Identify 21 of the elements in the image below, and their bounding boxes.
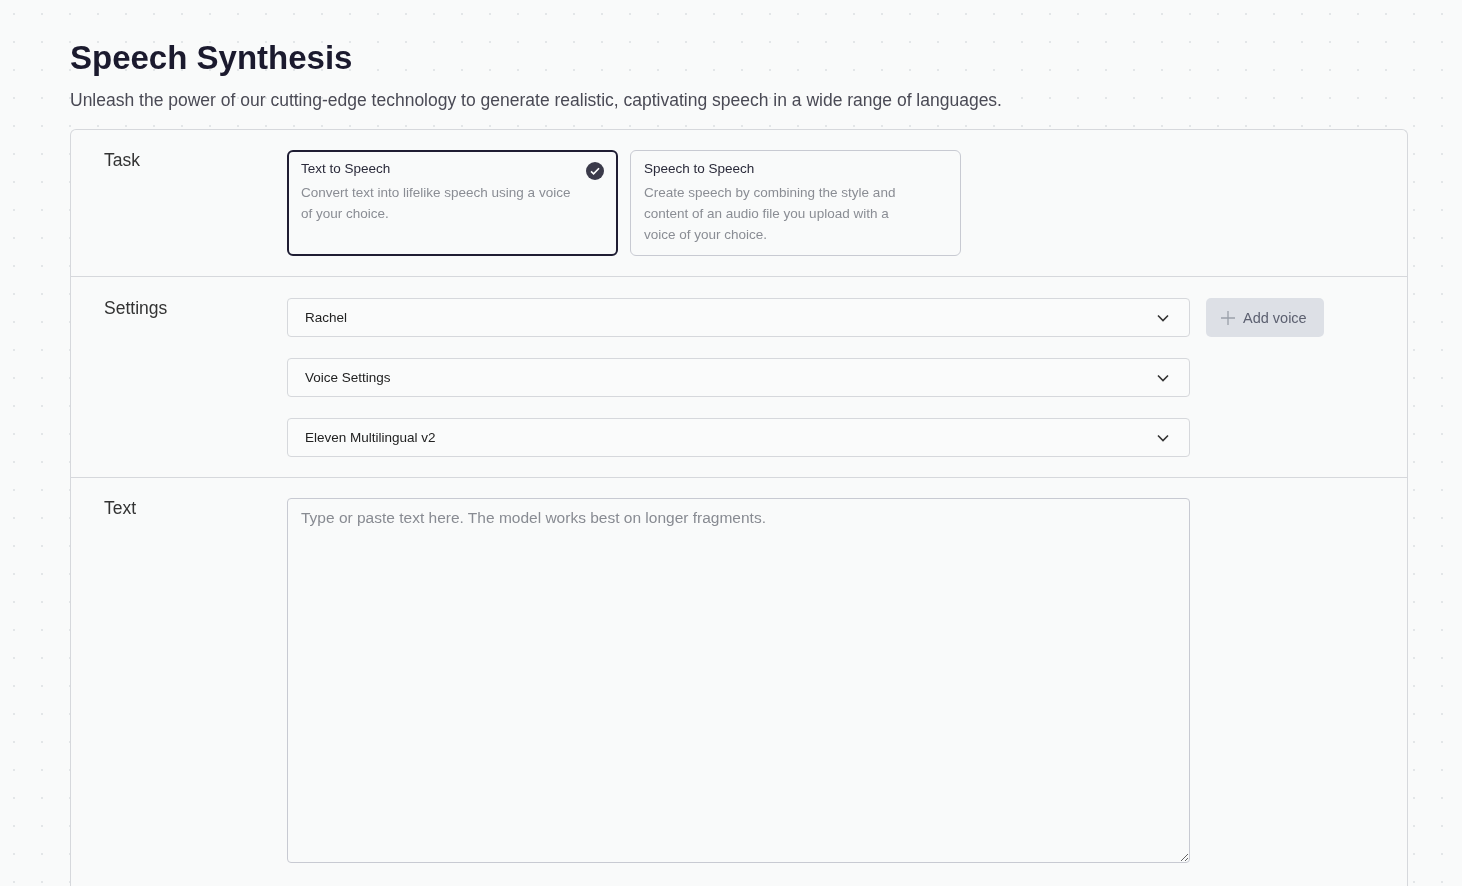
dropdown[interactable]: Eleven Multilingual v2 — [287, 418, 1190, 457]
section-label: Text — [103, 498, 138, 520]
add-voice-button[interactable]: Add voice — [1206, 298, 1324, 337]
dropdown[interactable]: Rachel — [287, 298, 1190, 337]
check-icon — [586, 162, 604, 180]
option-title: Speech to Speech — [644, 161, 756, 176]
task-option[interactable]: Speech to Speech Create speech by combining the style and content of an audio file you upload with a voice of your choice. — [630, 150, 961, 256]
plus-icon — [1221, 310, 1235, 325]
section-label: Settings — [103, 298, 169, 320]
chevron-down-icon — [1157, 373, 1169, 382]
task-option[interactable]: Text to Speech Convert text into lifelike speech using a voice of your choice. — [287, 150, 618, 256]
dropdown[interactable]: Voice Settings — [287, 358, 1190, 397]
chevron-down-icon — [1157, 313, 1169, 322]
page-subtitle: Unleash the power of our cutting-edge technology to generate realistic, captivating speech in a wide range of languages. — [70, 90, 1003, 111]
option-description: Create speech by combining the style and content of an audio file you upload with a voice of your choice. — [644, 184, 897, 244]
text-input[interactable]: Type or paste text here. The model works best on longer fragments. — [287, 498, 1190, 863]
chevron-down-icon — [1157, 433, 1169, 442]
option-title: Text to Speech — [301, 161, 392, 176]
page-title: Speech Synthesis — [70, 38, 354, 78]
option-description: Convert text into lifelike speech using a voice of your choice. — [301, 184, 572, 223]
section-label: Task — [103, 150, 141, 172]
